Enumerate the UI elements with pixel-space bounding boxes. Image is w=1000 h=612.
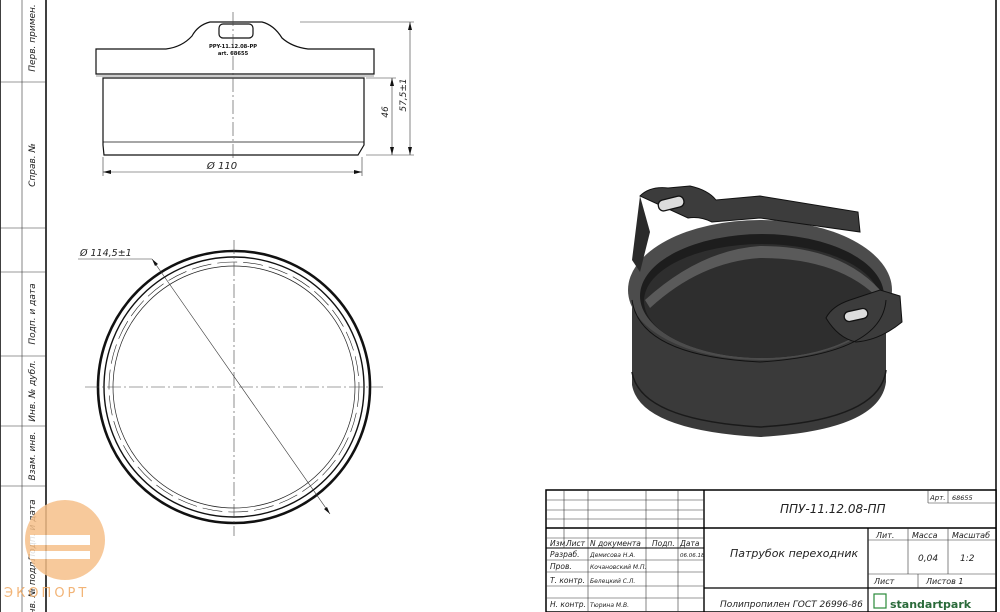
dim-total-height: 57,5±1 — [399, 78, 409, 111]
front-view: PPY-11.12.08-PP art. 68655 Ø 110 46 57,5… — [95, 12, 414, 176]
material: Полипропилен ГОСТ 26996-86 — [720, 600, 863, 610]
row-tkontr: Т. контр. — [550, 576, 585, 585]
watermark: ЭКОПОРТ — [4, 500, 105, 601]
row-prov: Пров. — [550, 562, 572, 571]
dim-inner-height: 46 — [381, 106, 391, 118]
stamp-inv-dubl: Инв. № дубл. — [28, 360, 38, 422]
sheets-label: Листов 1 — [925, 577, 964, 586]
name-razrab: Демисова Н.А. — [589, 552, 635, 559]
name-nkontr: Тюрина М.В. — [590, 602, 629, 609]
mass-value: 0,04 — [918, 554, 938, 564]
dim-width: Ø 110 — [206, 160, 237, 172]
row-razrab: Разраб. — [550, 550, 579, 559]
isometric-view — [628, 185, 903, 437]
sheet-label: Лист — [873, 577, 895, 586]
stamp-vzam-inv: Взам. инв. — [28, 432, 38, 481]
name-tkontr: Белецкий С.Л. — [590, 578, 635, 585]
col-izm: Изм. — [550, 539, 568, 548]
designation: ППУ-11.12.08-ПП — [780, 502, 886, 516]
name-prov: Кочановский М.П. — [590, 564, 647, 571]
front-body-outline — [102, 77, 365, 156]
top-view: Ø 114,5±1 — [78, 240, 383, 536]
stamp-sprav-no: Справ. № — [28, 143, 38, 187]
scale-label: Масштаб — [952, 531, 990, 540]
company-name: standartpark — [890, 598, 972, 611]
dim-diameter: Ø 114,5±1 — [79, 248, 132, 259]
stamp-perv-primen: Перв. примен. — [28, 4, 38, 72]
art-value: 68655 — [952, 494, 973, 502]
date-razrab: 06.06.18 — [680, 553, 705, 559]
part-name: Патрубок переходник — [730, 547, 858, 560]
col-podp: Подп. — [652, 539, 675, 548]
title-block: Изм. Лист N документа Подп. Дата Разраб.… — [545, 489, 997, 612]
col-doc: N документа — [590, 539, 641, 548]
art-label: Арт. — [929, 494, 946, 502]
watermark-text: ЭКОПОРТ — [4, 586, 89, 601]
scale-value: 1:2 — [960, 554, 975, 564]
stamp-podp-data-1: Подп. и дата — [28, 283, 38, 344]
lit-label: Лит. — [875, 531, 894, 540]
mass-label: Масса — [912, 531, 938, 540]
drawing-sheet: Перв. примен. Справ. № Подп. и дата Инв.… — [0, 0, 997, 612]
tag-slot — [218, 23, 254, 39]
col-date: Дата — [679, 539, 700, 548]
col-list: Лист — [565, 539, 586, 548]
row-nkontr: Н. контр. — [550, 600, 586, 609]
